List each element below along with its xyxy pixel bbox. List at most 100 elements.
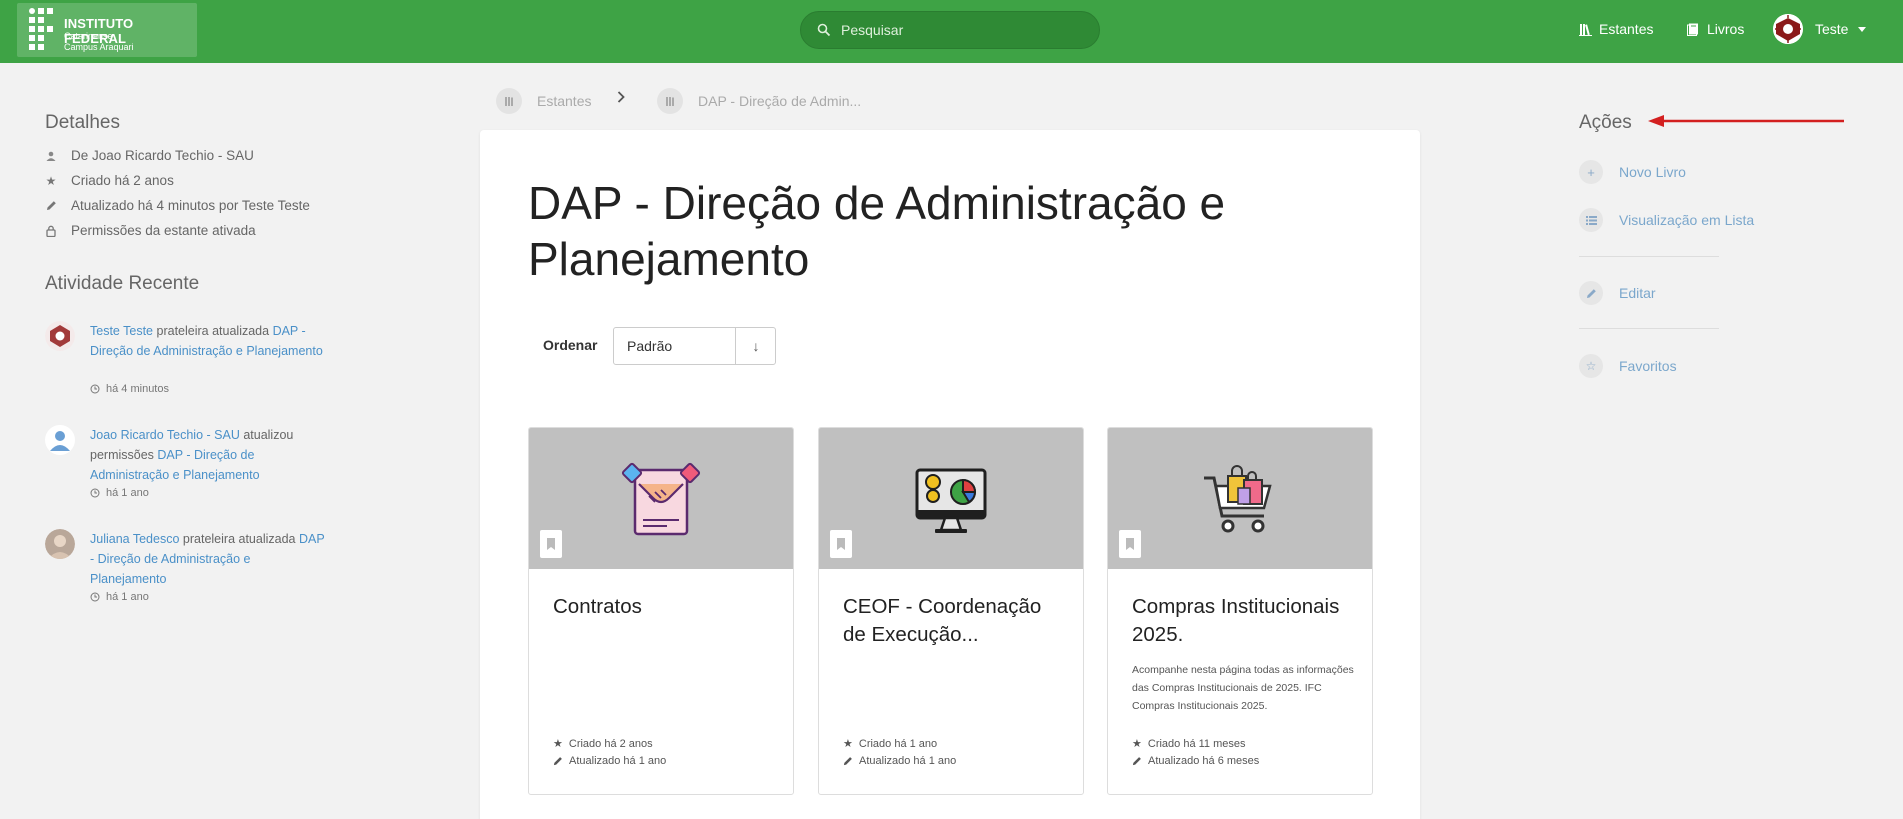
activity-time-text: há 1 ano bbox=[106, 591, 149, 603]
plus-icon: + bbox=[1579, 160, 1603, 184]
activity-user-link[interactable]: Teste Teste bbox=[90, 324, 153, 338]
activity-user-link[interactable]: Juliana Tedesco bbox=[90, 532, 179, 546]
sort-label: Ordenar bbox=[543, 337, 598, 353]
page-title: DAP - Direção de Administração e Planeja… bbox=[528, 177, 1226, 285]
bookmark-icon bbox=[1119, 530, 1141, 558]
breadcrumb-current-label: DAP - Direção de Admin... bbox=[698, 93, 862, 109]
activity-time-text: há 4 minutos bbox=[106, 383, 169, 395]
pencil-icon bbox=[45, 200, 57, 212]
avatar bbox=[45, 425, 75, 455]
logo-campus: Campus Araquari bbox=[64, 42, 134, 52]
bookshelf-icon bbox=[1579, 23, 1592, 36]
detail-updated-text: Atualizado há 4 minutos por Teste Teste bbox=[71, 198, 310, 213]
book-created-text: Criado há 1 ano bbox=[858, 737, 938, 750]
institution-logo[interactable]: INSTITUTO FEDERAL Catarinense Campus Ara… bbox=[17, 3, 197, 57]
book-created-text: Criado há 2 anos bbox=[568, 737, 653, 750]
star-icon: ★ bbox=[1132, 738, 1142, 750]
bookshelf-icon bbox=[657, 88, 683, 114]
breadcrumb-estantes[interactable]: Estantes bbox=[496, 88, 591, 114]
book-created: ★ Criado há 1 ano bbox=[843, 737, 938, 751]
detail-permissions: Permissões da estante ativada bbox=[45, 223, 256, 238]
search-input[interactable] bbox=[841, 19, 1091, 41]
shopping-cart-icon bbox=[1204, 465, 1272, 533]
book-card-contratos[interactable]: Contratos ★ Criado há 2 anos Atualizado h… bbox=[528, 427, 794, 795]
activity-text: Teste Teste prateleira atualizada DAP - … bbox=[90, 321, 330, 361]
lock-icon bbox=[45, 225, 57, 237]
books-icon bbox=[1687, 23, 1698, 36]
book-updated: Atualizado há 1 ano bbox=[843, 755, 956, 767]
bookshelf-icon bbox=[496, 88, 522, 114]
book-cover bbox=[1108, 428, 1372, 569]
sort-control: Padrão ↓ bbox=[613, 327, 776, 365]
detail-author-text: De Joao Ricardo Techio - SAU bbox=[71, 148, 254, 163]
clock-icon bbox=[90, 384, 100, 394]
favorites-label: Favoritos bbox=[1619, 358, 1677, 374]
detail-created: ★ Criado há 2 anos bbox=[45, 173, 174, 188]
clock-icon bbox=[90, 592, 100, 602]
book-created-text: Criado há 11 meses bbox=[1147, 737, 1246, 750]
avatar bbox=[1773, 14, 1803, 44]
book-created: ★ Criado há 11 meses bbox=[1132, 737, 1246, 751]
book-title[interactable]: Contratos bbox=[553, 593, 778, 621]
clock-icon bbox=[90, 488, 100, 498]
list-view-action[interactable]: Visualização em Lista bbox=[1579, 208, 1754, 232]
book-updated-text: Atualizado há 6 meses bbox=[1148, 755, 1260, 767]
book-cover bbox=[819, 428, 1083, 569]
detail-permissions-text: Permissões da estante ativada bbox=[71, 223, 256, 238]
activity-action: prateleira atualizada bbox=[156, 324, 270, 338]
activity-time: há 1 ano bbox=[90, 591, 149, 603]
logo-subtitle: Catarinense bbox=[64, 31, 113, 41]
detail-author: De Joao Ricardo Techio - SAU bbox=[45, 148, 254, 163]
book-card-compras[interactable]: Compras Institucionais 2025. Acompanhe n… bbox=[1107, 427, 1373, 795]
breadcrumb-current[interactable]: DAP - Direção de Admin... bbox=[657, 88, 861, 114]
book-title[interactable]: CEOF - Coordenação de Execução... bbox=[843, 593, 1068, 649]
logo-grid-icon bbox=[29, 8, 53, 50]
avatar bbox=[45, 529, 75, 559]
edit-label: Editar bbox=[1619, 285, 1656, 301]
pencil-icon bbox=[553, 757, 562, 766]
avatar bbox=[45, 321, 75, 351]
list-view-label: Visualização em Lista bbox=[1619, 212, 1755, 228]
user-icon bbox=[45, 150, 57, 162]
activity-text: Joao Ricardo Techio - SAU atualizou perm… bbox=[90, 425, 330, 485]
breadcrumb-estantes-label: Estantes bbox=[537, 93, 592, 109]
detail-updated: Atualizado há 4 minutos por Teste Teste bbox=[45, 198, 310, 213]
edit-action[interactable]: Editar bbox=[1579, 281, 1656, 305]
chevron-right-icon bbox=[617, 90, 625, 107]
sort-select[interactable]: Padrão bbox=[627, 338, 672, 354]
nav-livros-label: Livros bbox=[1707, 21, 1745, 37]
new-book-action[interactable]: + Novo Livro bbox=[1579, 160, 1686, 184]
activity-time-text: há 1 ano bbox=[106, 487, 149, 499]
book-updated-text: Atualizado há 1 ano bbox=[859, 755, 957, 767]
book-description: Acompanhe nesta página todas as informaç… bbox=[1132, 664, 1354, 712]
details-title: Detalhes bbox=[45, 112, 120, 133]
bookmark-icon bbox=[540, 530, 562, 558]
shelf-content: DAP - Direção de Administração e Planeja… bbox=[480, 130, 1420, 819]
nav-livros[interactable]: Livros bbox=[1687, 21, 1744, 37]
search-bar[interactable] bbox=[800, 11, 1100, 49]
nav-estantes[interactable]: Estantes bbox=[1579, 21, 1653, 37]
bookmark-icon bbox=[830, 530, 852, 558]
book-created: ★ Criado há 2 anos bbox=[553, 737, 653, 751]
book-updated: Atualizado há 1 ano bbox=[553, 755, 666, 767]
list-icon bbox=[1579, 208, 1603, 232]
user-name: Teste bbox=[1815, 21, 1849, 37]
activity-text: Juliana Tedesco prateleira atualizada DA… bbox=[90, 529, 330, 589]
star-icon: ★ bbox=[553, 738, 563, 750]
favorites-action[interactable]: ☆ Favoritos bbox=[1579, 354, 1677, 378]
user-menu[interactable]: Teste bbox=[1773, 14, 1867, 44]
book-title[interactable]: Compras Institucionais 2025. bbox=[1132, 593, 1357, 649]
activity-user-link[interactable]: Joao Ricardo Techio - SAU bbox=[90, 428, 240, 442]
divider bbox=[1579, 256, 1719, 257]
divider bbox=[1579, 328, 1719, 329]
activity-title: Atividade Recente bbox=[45, 273, 200, 294]
book-updated-text: Atualizado há 1 ano bbox=[569, 755, 667, 767]
activity-time: há 1 ano bbox=[90, 487, 149, 499]
sort-direction-button[interactable]: ↓ bbox=[735, 328, 776, 364]
contract-handshake-icon bbox=[621, 462, 701, 536]
actions-title: Ações bbox=[1579, 112, 1632, 133]
star-icon: ★ bbox=[45, 173, 57, 188]
book-cover bbox=[529, 428, 793, 569]
book-updated: Atualizado há 6 meses bbox=[1132, 755, 1259, 767]
book-card-ceof[interactable]: CEOF - Coordenação de Execução... ★ Criad… bbox=[818, 427, 1084, 795]
